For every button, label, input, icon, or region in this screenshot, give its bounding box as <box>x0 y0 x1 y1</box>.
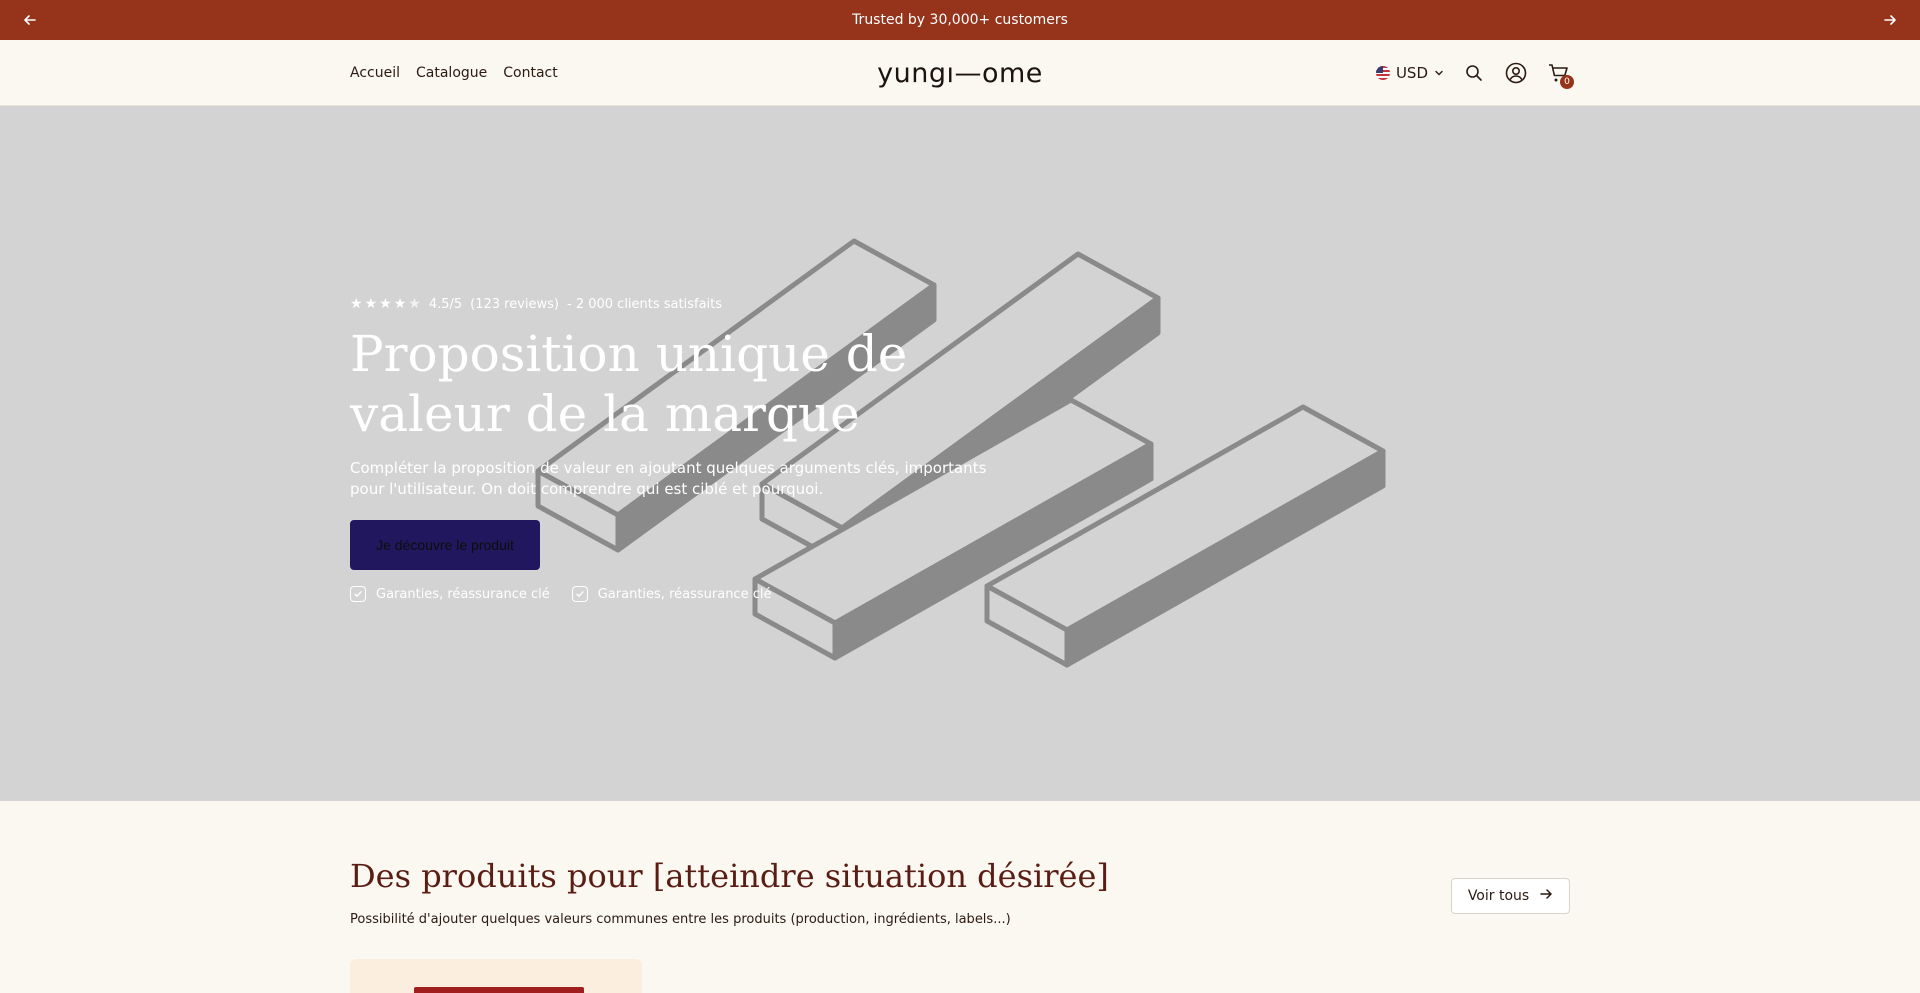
rating-reviews: (123 reviews) <box>470 296 559 312</box>
search-icon[interactable] <box>1462 61 1486 85</box>
nav-item-accueil[interactable]: Accueil <box>350 65 400 81</box>
star-half-icon: ★ <box>408 296 421 312</box>
products-section: Des produits pour [atteindre situation d… <box>0 801 1920 993</box>
arrow-right-icon[interactable] <box>1870 0 1910 40</box>
guarantee-item: Garanties, réassurance clé <box>571 586 772 602</box>
brand-logo[interactable]: yungı—ome <box>0 40 1920 106</box>
hero-title: Proposition unique de valeur de la marqu… <box>350 324 970 444</box>
rating-value: 4.5/5 <box>428 296 463 312</box>
site-header: Accueil Catalogue Contact yungı—ome USD <box>0 40 1920 106</box>
nav-item-catalogue[interactable]: Catalogue <box>416 65 487 81</box>
rating-stars: ★ ★ ★ ★ ★ <box>350 296 421 312</box>
check-icon <box>350 586 366 602</box>
guarantee-label: Garanties, réassurance clé <box>376 586 550 602</box>
star-icon: ★ <box>350 296 363 312</box>
product-card[interactable] <box>350 959 642 993</box>
guarantee-label: Garanties, réassurance clé <box>597 586 772 602</box>
product-image <box>414 987 584 993</box>
currency-label: USD <box>1395 64 1428 82</box>
see-all-label: Voir tous <box>1467 888 1530 904</box>
hero-title-line2: valeur de la marque <box>350 385 860 443</box>
arrow-left-icon[interactable] <box>10 0 50 40</box>
announcement-text: Trusted by 30,000+ customers <box>852 12 1068 28</box>
cart-icon[interactable]: 0 <box>1546 61 1574 89</box>
products-subtitle: Possibilité d'ajouter quelques valeurs c… <box>350 912 1011 927</box>
hero-content: ★ ★ ★ ★ ★ 4.5/5 (123 reviews) - 2 000 cl… <box>350 296 986 602</box>
currency-selector[interactable]: USD <box>1375 64 1444 82</box>
chevron-down-icon <box>1434 64 1444 82</box>
guarantees-list: Garanties, réassurance clé Garanties, ré… <box>350 586 970 602</box>
products-title: Des produits pour [atteindre situation d… <box>350 857 1109 895</box>
guarantee-item: Garanties, réassurance clé <box>350 586 550 602</box>
check-icon <box>571 586 588 602</box>
star-icon: ★ <box>379 296 392 312</box>
see-all-button[interactable]: Voir tous <box>1451 878 1570 914</box>
discover-product-button[interactable]: Je découvre le produit <box>350 520 540 570</box>
rating-clients: - 2 000 clients satisfaits <box>567 296 723 312</box>
cart-count-badge: 0 <box>1560 75 1574 89</box>
nav-item-contact[interactable]: Contact <box>503 65 557 81</box>
rating-row: ★ ★ ★ ★ ★ 4.5/5 (123 reviews) - 2 000 cl… <box>350 296 970 312</box>
us-flag-icon <box>1375 66 1390 80</box>
header-actions: USD 0 <box>1375 40 1574 106</box>
hero-subtitle: Compléter la proposition de valeur en aj… <box>350 459 987 498</box>
hero-section: ★ ★ ★ ★ ★ 4.5/5 (123 reviews) - 2 000 cl… <box>0 106 1920 801</box>
main-nav: Accueil Catalogue Contact <box>350 40 558 106</box>
account-icon[interactable] <box>1504 61 1528 85</box>
announcement-bar: Trusted by 30,000+ customers <box>0 0 1920 40</box>
star-icon: ★ <box>364 296 378 312</box>
arrow-right-icon <box>1539 887 1553 905</box>
star-icon: ★ <box>393 296 407 312</box>
hero-title-line1: Proposition unique de <box>350 325 908 383</box>
